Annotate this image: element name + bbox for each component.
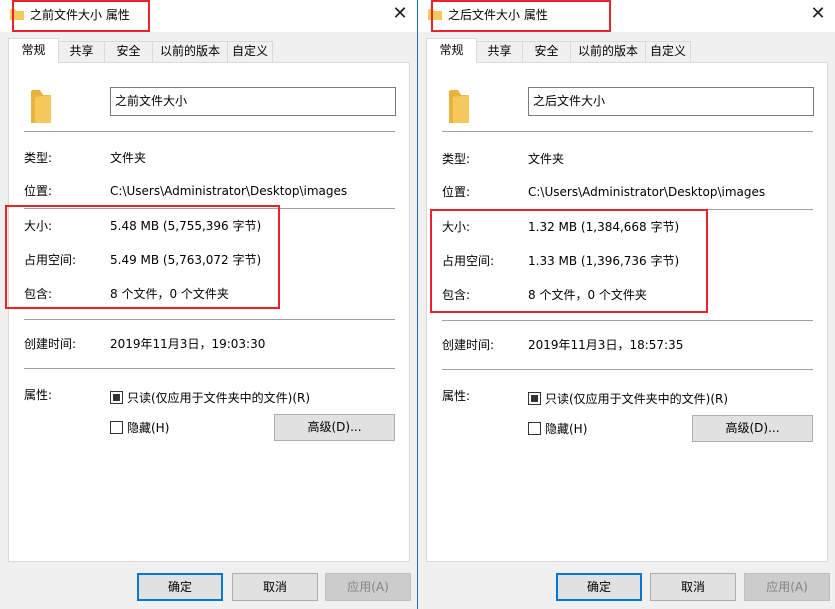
folder-name-input[interactable]: 之后文件大小 — [528, 87, 814, 116]
type-label: 类型: — [24, 151, 53, 165]
general-panel: 之前文件大小 类型: 文件夹 位置: C:\Users\Administrato… — [8, 62, 410, 562]
tab-customize[interactable]: 自定义 — [227, 41, 273, 62]
attributes-label: 属性: — [442, 389, 471, 403]
location-value: C:\Users\Administrator\Desktop\images — [528, 185, 766, 199]
size-on-disk-value: 1.33 MB (1,396,736 字节) — [528, 254, 680, 268]
properties-dialog-after: 之后文件大小 属性 ✕ 常规 共享 安全 以前的版本 自定义 之后文件大小 类型… — [418, 0, 835, 609]
size-value: 1.32 MB (1,384,668 字节) — [528, 220, 680, 234]
tab-general[interactable]: 常规 — [426, 38, 477, 63]
ok-button[interactable]: 确定 — [137, 573, 223, 601]
advanced-button[interactable]: 高级(D)... — [274, 414, 395, 441]
apply-button[interactable]: 应用(A) — [744, 573, 830, 601]
tab-previous-versions[interactable]: 以前的版本 — [152, 41, 228, 62]
type-value: 文件夹 — [110, 151, 147, 165]
created-value: 2019年11月3日，18:57:35 — [528, 338, 684, 352]
contains-label: 包含: — [24, 287, 53, 301]
location-label: 位置: — [442, 185, 471, 199]
folder-icon — [31, 90, 51, 123]
close-icon[interactable]: ✕ — [803, 1, 833, 27]
location-label: 位置: — [24, 184, 53, 198]
title-bar: 之后文件大小 属性 ✕ — [418, 0, 835, 32]
contains-value: 8 个文件，0 个文件夹 — [528, 288, 647, 302]
readonly-label: 只读(仅应用于文件夹中的文件)(R) — [127, 391, 311, 405]
tab-sharing[interactable]: 共享 — [476, 41, 523, 62]
size-value: 5.48 MB (5,755,396 字节) — [110, 219, 262, 233]
window-title: 之后文件大小 属性 — [448, 8, 548, 22]
size-label: 大小: — [442, 220, 471, 234]
divider — [442, 131, 813, 132]
title-bar: 之前文件大小 属性 ✕ — [0, 0, 417, 32]
hidden-checkbox[interactable] — [528, 422, 541, 435]
divider — [24, 319, 395, 320]
folder-icon — [449, 90, 469, 123]
contains-value: 8 个文件，0 个文件夹 — [110, 287, 229, 301]
close-icon[interactable]: ✕ — [385, 1, 415, 27]
size-on-disk-value: 5.49 MB (5,763,072 字节) — [110, 253, 262, 267]
ok-button[interactable]: 确定 — [556, 573, 642, 601]
general-panel: 之后文件大小 类型: 文件夹 位置: C:\Users\Administrato… — [426, 62, 828, 562]
divider — [442, 369, 813, 370]
properties-dialog-before: 之前文件大小 属性 ✕ 常规 共享 安全 以前的版本 自定义 之前文件大小 类型… — [0, 0, 417, 609]
created-label: 创建时间: — [442, 338, 495, 352]
attributes-label: 属性: — [24, 388, 53, 402]
created-value: 2019年11月3日，19:03:30 — [110, 337, 266, 351]
size-on-disk-label: 占用空间: — [442, 254, 495, 268]
size-label: 大小: — [24, 219, 53, 233]
window-title: 之前文件大小 属性 — [30, 8, 130, 22]
size-on-disk-label: 占用空间: — [24, 253, 77, 267]
apply-button[interactable]: 应用(A) — [325, 573, 411, 601]
tab-customize[interactable]: 自定义 — [645, 41, 691, 62]
readonly-checkbox[interactable] — [528, 392, 541, 405]
contains-label: 包含: — [442, 288, 471, 302]
tab-security[interactable]: 安全 — [522, 41, 571, 62]
folder-icon — [10, 9, 24, 20]
hidden-label: 隐藏(H) — [545, 422, 588, 436]
readonly-checkbox[interactable] — [110, 391, 123, 404]
type-label: 类型: — [442, 152, 471, 166]
tab-previous-versions[interactable]: 以前的版本 — [570, 41, 646, 62]
divider — [24, 208, 395, 209]
divider — [442, 320, 813, 321]
divider — [24, 368, 395, 369]
created-label: 创建时间: — [24, 337, 77, 351]
tab-security[interactable]: 安全 — [104, 41, 153, 62]
location-value: C:\Users\Administrator\Desktop\images — [110, 184, 348, 198]
folder-icon — [428, 9, 442, 20]
readonly-label: 只读(仅应用于文件夹中的文件)(R) — [545, 392, 729, 406]
tab-general[interactable]: 常规 — [8, 38, 59, 63]
folder-name-input[interactable]: 之前文件大小 — [110, 87, 396, 116]
advanced-button[interactable]: 高级(D)... — [692, 415, 813, 442]
type-value: 文件夹 — [528, 152, 565, 166]
divider — [24, 131, 395, 132]
cancel-button[interactable]: 取消 — [650, 573, 736, 601]
tab-sharing[interactable]: 共享 — [58, 41, 105, 62]
divider — [442, 209, 813, 210]
hidden-checkbox[interactable] — [110, 421, 123, 434]
hidden-label: 隐藏(H) — [127, 421, 170, 435]
cancel-button[interactable]: 取消 — [232, 573, 318, 601]
